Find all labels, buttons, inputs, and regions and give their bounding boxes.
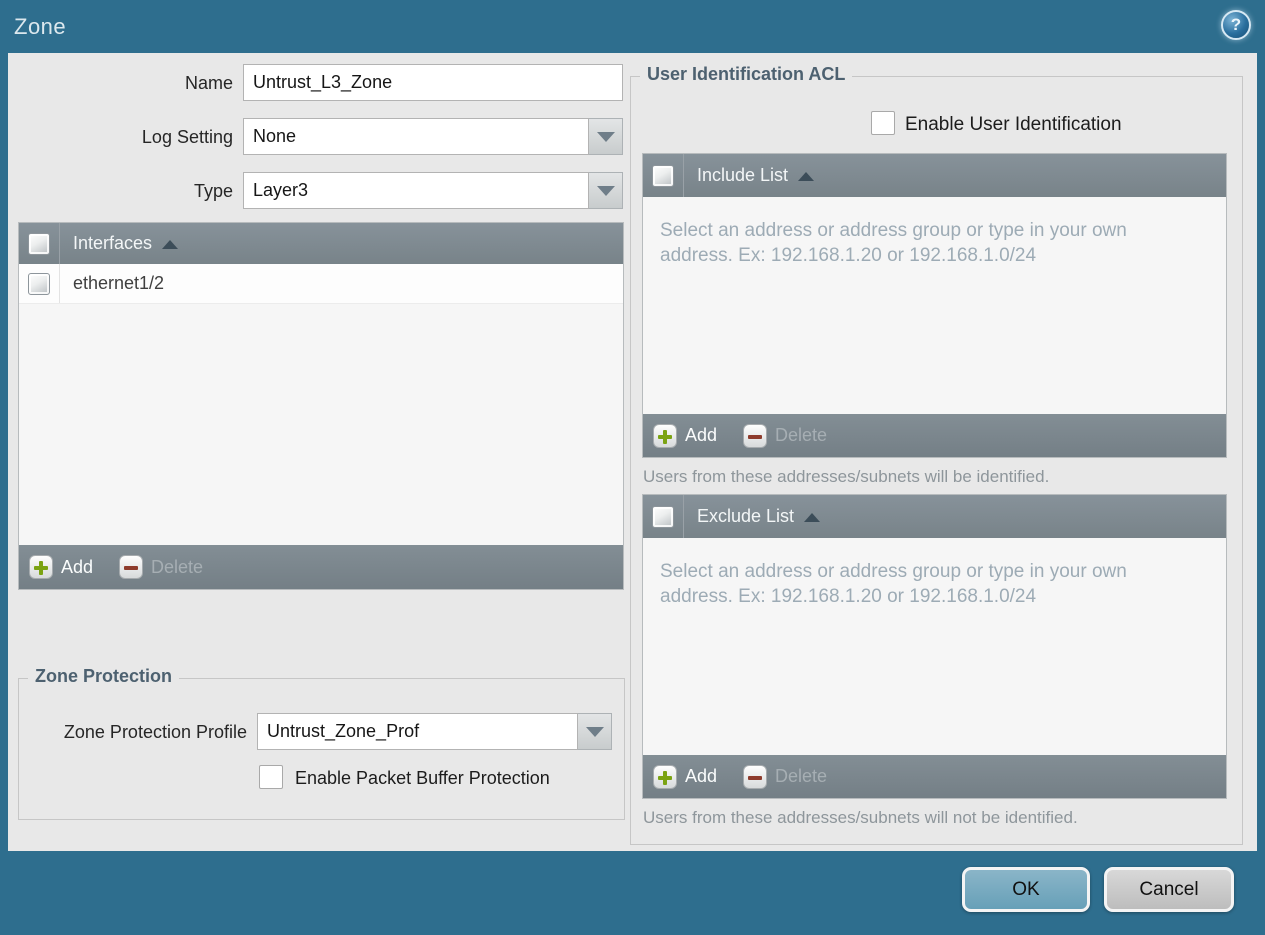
chevron-down-icon — [596, 131, 615, 142]
exclude-add-button[interactable]: Add — [653, 764, 718, 789]
dialog-title: Zone — [14, 14, 67, 39]
include-list-note: Users from these addresses/subnets will … — [643, 467, 1050, 486]
delete-minus-icon — [743, 764, 768, 789]
dialog-titlebar: Zone ? — [0, 0, 1265, 53]
row-checkbox-cell — [19, 264, 60, 303]
row-checkbox[interactable] — [28, 272, 50, 295]
delete-button-label: Delete — [775, 425, 828, 445]
sort-asc-icon[interactable] — [798, 172, 815, 181]
exclude-list-placeholder: Select an address or address group or ty… — [660, 561, 1127, 608]
include-list-header: Include List — [643, 154, 1226, 197]
exclude-list-note: Users from these addresses/subnets will … — [643, 808, 1078, 827]
include-list-header-label: Include List — [697, 165, 789, 185]
sort-asc-icon[interactable] — [162, 240, 179, 249]
exclude-list-table: Exclude List Select an address or addres… — [642, 494, 1227, 799]
enable-user-identification-label: Enable User Identification — [905, 114, 1122, 135]
interfaces-table: Interfaces ethernet1/2 Add Delete — [18, 222, 624, 590]
exclude-list-header: Exclude List — [643, 495, 1226, 538]
delete-button-label: Delete — [775, 766, 828, 786]
include-list-placeholder: Select an address or address group or ty… — [660, 220, 1127, 267]
interfaces-delete-button[interactable]: Delete — [119, 555, 203, 579]
zone-protection-profile-dropdown-button[interactable] — [578, 713, 612, 750]
interfaces-header-label: Interfaces — [73, 233, 153, 253]
interfaces-table-footer: Add Delete — [19, 545, 623, 589]
help-icon[interactable]: ? — [1221, 10, 1251, 40]
type-label: Type — [193, 181, 233, 201]
ok-button[interactable]: OK — [962, 867, 1090, 912]
enable-user-identification-checkbox[interactable] — [871, 111, 895, 135]
enable-packet-buffer-protection-label: Enable Packet Buffer Protection — [295, 768, 550, 788]
exclude-header-checkbox-cell — [643, 495, 684, 538]
include-header-checkbox-cell — [643, 154, 684, 197]
sort-asc-icon[interactable] — [804, 513, 821, 522]
enable-packet-buffer-protection-checkbox[interactable] — [259, 765, 283, 789]
interfaces-table-header: Interfaces — [19, 223, 623, 264]
type-input[interactable] — [243, 172, 589, 209]
include-add-button[interactable]: Add — [653, 423, 718, 448]
chevron-down-icon — [585, 726, 604, 737]
add-button-label: Add — [685, 766, 718, 786]
help-glyph: ? — [1230, 15, 1242, 34]
zone-dialog-window: Zone ? Name Log Setting Type Interfaces — [0, 0, 1265, 935]
chevron-down-icon — [596, 185, 615, 196]
interfaces-select-all-checkbox[interactable] — [28, 232, 50, 255]
log-setting-label: Log Setting — [141, 127, 233, 147]
delete-minus-icon — [743, 423, 768, 448]
interface-name: ethernet1/2 — [73, 273, 165, 293]
user-identification-legend: User Identification ACL — [640, 64, 853, 85]
zone-protection-legend: Zone Protection — [28, 666, 180, 687]
cancel-button[interactable]: Cancel — [1104, 867, 1234, 912]
exclude-list-header-label: Exclude List — [697, 506, 795, 526]
delete-minus-icon — [119, 555, 144, 579]
add-plus-icon — [29, 555, 53, 579]
interfaces-header-checkbox-cell — [19, 223, 60, 264]
type-dropdown-button[interactable] — [589, 172, 623, 209]
dialog-body: Name Log Setting Type Interfaces — [8, 53, 1257, 851]
table-row[interactable]: ethernet1/2 — [19, 264, 623, 304]
interfaces-add-button[interactable]: Add — [29, 555, 93, 579]
name-label: Name — [184, 73, 233, 93]
zone-protection-profile-input[interactable] — [257, 713, 578, 750]
include-select-all-checkbox[interactable] — [652, 164, 674, 187]
exclude-delete-button[interactable]: Delete — [743, 764, 828, 789]
zone-protection-profile-label: Zone Protection Profile — [63, 722, 247, 742]
include-list-footer: Add Delete — [643, 414, 1226, 457]
exclude-select-all-checkbox[interactable] — [652, 505, 674, 528]
add-button-label: Add — [61, 556, 94, 577]
add-button-label: Add — [685, 425, 718, 445]
delete-button-label: Delete — [151, 556, 204, 577]
name-input[interactable] — [243, 64, 623, 101]
log-setting-dropdown-button[interactable] — [589, 118, 623, 155]
exclude-list-footer: Add Delete — [643, 755, 1226, 798]
log-setting-input[interactable] — [243, 118, 589, 155]
include-delete-button[interactable]: Delete — [743, 423, 828, 448]
add-plus-icon — [653, 423, 677, 448]
add-plus-icon — [653, 764, 677, 789]
include-list-table: Include List Select an address or addres… — [642, 153, 1227, 458]
